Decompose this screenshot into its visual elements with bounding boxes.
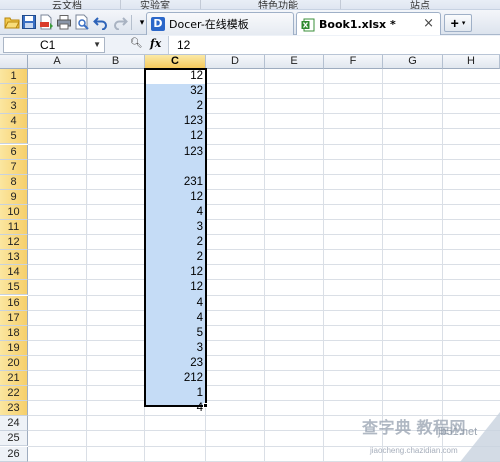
toolbar-separator (131, 15, 132, 30)
row-header-9[interactable]: 9 (0, 189, 28, 205)
row-header-2[interactable]: 2 (0, 84, 28, 100)
export-pdf-icon[interactable] (38, 14, 54, 30)
gridline (28, 445, 500, 447)
chevron-down-icon: ▾ (461, 20, 466, 27)
new-tab-button[interactable]: + ▾ (444, 14, 472, 32)
row-header-13[interactable]: 13 (0, 250, 28, 266)
row-header-23[interactable]: 23 (0, 401, 28, 417)
row-header-18[interactable]: 18 (0, 325, 28, 341)
row-header-20[interactable]: 20 (0, 355, 28, 371)
cell-reference: C1 (40, 38, 56, 52)
gridline (28, 219, 500, 220)
column-header-f[interactable]: F (324, 55, 383, 69)
row-header-11[interactable]: 11 (0, 220, 28, 235)
menu-separator (340, 0, 341, 9)
row-header-25[interactable]: 25 (0, 431, 28, 447)
gridline (28, 370, 500, 371)
tab-label-book1: Book1.xlsx * (319, 18, 396, 31)
row-header-7[interactable]: 7 (0, 159, 28, 175)
gridline (28, 385, 500, 387)
gridline (28, 294, 500, 296)
row-header-12[interactable]: 12 (0, 235, 28, 251)
tab-book1[interactable]: Book1.xlsx * × (296, 12, 441, 36)
gridline (28, 188, 500, 190)
spreadsheet-grid[interactable]: A B C D E F G H 1 2 3 4 5 6 7 8 9 10 11 12 13 14 15 16 17 18 19 20 2… (0, 55, 500, 462)
row-header-19[interactable]: 19 (0, 340, 28, 356)
excel-file-icon (301, 18, 315, 32)
gridline (28, 203, 500, 205)
gridline (28, 339, 500, 341)
column-header-a[interactable]: A (28, 55, 87, 69)
row-header-6[interactable]: 6 (0, 144, 28, 160)
menu-item-cloud-docs[interactable]: 云文档 (52, 0, 82, 9)
row-header-15[interactable]: 15 (0, 280, 28, 296)
gridline (28, 143, 500, 145)
gridline (28, 128, 500, 130)
menu-strip: 云文档 实验室 特色功能 站点 (0, 0, 500, 10)
plus-icon: + (450, 15, 459, 31)
row-header-3[interactable]: 3 (0, 99, 28, 115)
formula-input[interactable]: 12 (168, 36, 500, 54)
row-header-8[interactable]: 8 (0, 174, 28, 190)
gridline (28, 234, 500, 236)
row-header-10[interactable]: 10 (0, 204, 28, 220)
column-header-c[interactable]: C (145, 55, 206, 69)
column-header-e[interactable]: E (265, 55, 324, 69)
fill-handle[interactable] (203, 403, 208, 408)
gridline (28, 324, 500, 326)
redo-icon[interactable] (112, 14, 128, 30)
name-box[interactable]: C1 ▼ (3, 37, 105, 53)
gridline (28, 309, 500, 311)
row-header-14[interactable]: 14 (0, 265, 28, 281)
close-tab-icon[interactable]: × (423, 16, 434, 31)
row-header-22[interactable]: 22 (0, 386, 28, 402)
zoom-search-icon[interactable]: 🔍︎ (130, 38, 143, 49)
chevron-down-icon[interactable]: ▼ (93, 38, 101, 52)
formula-bar: C1 ▼ 🔍︎ fx 12 (0, 35, 500, 55)
row-header-5[interactable]: 5 (0, 129, 28, 145)
gridline (28, 113, 500, 115)
row-header-17[interactable]: 17 (0, 310, 28, 326)
open-folder-icon[interactable] (4, 14, 20, 30)
row-header-1[interactable]: 1 (0, 69, 28, 84)
selection-border (144, 68, 207, 407)
tab-label-docer: Docer-在线模板 (169, 18, 249, 31)
gridline (28, 83, 500, 85)
menu-separator (120, 0, 121, 9)
gridline (28, 430, 500, 432)
gridline (28, 158, 500, 160)
undo-icon[interactable] (93, 14, 109, 30)
gridline (28, 460, 500, 462)
print-icon[interactable] (56, 14, 72, 30)
gridline (28, 279, 500, 281)
insert-function-icon[interactable]: fx (150, 37, 161, 50)
save-icon[interactable] (21, 14, 37, 30)
tab-docer[interactable]: D Docer-在线模板 (146, 12, 294, 35)
menu-item-lab[interactable]: 实验室 (140, 0, 170, 9)
gridline (28, 249, 500, 251)
gridline (28, 173, 500, 175)
tab-bar: ▾ D Docer-在线模板 Book1.xlsx * × + ▾ (0, 10, 500, 36)
row-header-24[interactable]: 24 (0, 416, 28, 432)
column-header-h[interactable]: H (443, 55, 500, 69)
gridline (28, 354, 500, 356)
docer-icon: D (151, 17, 165, 31)
print-preview-icon[interactable] (74, 14, 90, 30)
row-header-4[interactable]: 4 (0, 114, 28, 130)
menu-item-features[interactable]: 特色功能 (258, 0, 298, 9)
menu-separator (200, 0, 201, 9)
gridline (28, 400, 500, 402)
column-header-b[interactable]: B (87, 55, 145, 69)
gridline (28, 98, 500, 100)
gridline (28, 415, 500, 417)
row-header-26[interactable]: 26 (0, 446, 28, 462)
column-header-g[interactable]: G (383, 55, 443, 69)
column-header-d[interactable]: D (206, 55, 265, 69)
row-header-21[interactable]: 21 (0, 371, 28, 386)
gridline (28, 264, 500, 266)
row-header-16[interactable]: 16 (0, 295, 28, 311)
menu-item-sites[interactable]: 站点 (410, 0, 430, 9)
select-all-corner[interactable] (0, 55, 28, 69)
